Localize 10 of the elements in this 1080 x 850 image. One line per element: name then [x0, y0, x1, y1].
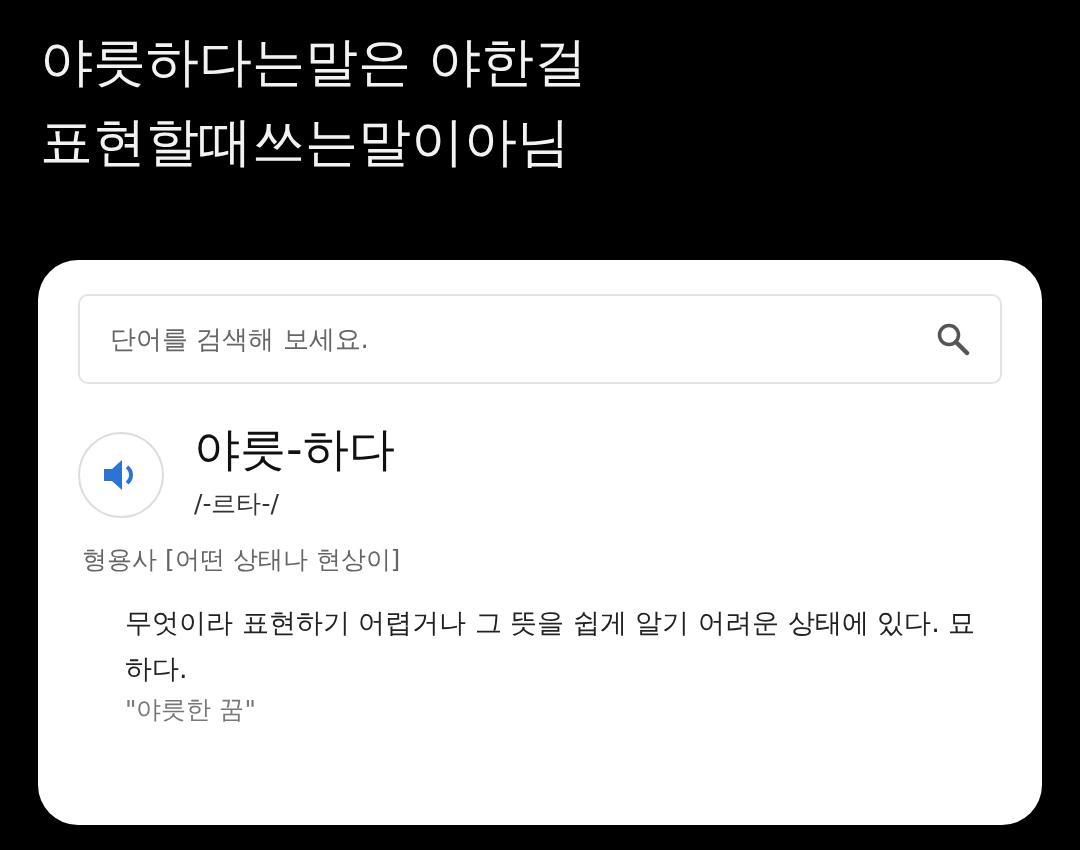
definition-text: 무엇이라 표현하기 어렵거나 그 뜻을 쉽게 알기 어려운 상태에 있다. 묘하다. — [125, 606, 977, 687]
speaker-button[interactable] — [78, 432, 164, 518]
search-icon[interactable] — [936, 322, 970, 356]
headword: 야릇-하다 — [194, 422, 395, 478]
caption-line: 표현할때쓰는말이아님 — [40, 110, 571, 174]
search-field[interactable]: 단어를 검색해 보세요. — [78, 294, 1002, 384]
pronunciation: /-르타-/ — [194, 488, 280, 521]
example-text: "야릇한 꿈" — [125, 694, 257, 727]
part-of-speech: 형용사 [어떤 상태나 현상이] — [82, 543, 402, 576]
caption-line: 야릇하다는말은 야한걸 — [40, 30, 588, 94]
